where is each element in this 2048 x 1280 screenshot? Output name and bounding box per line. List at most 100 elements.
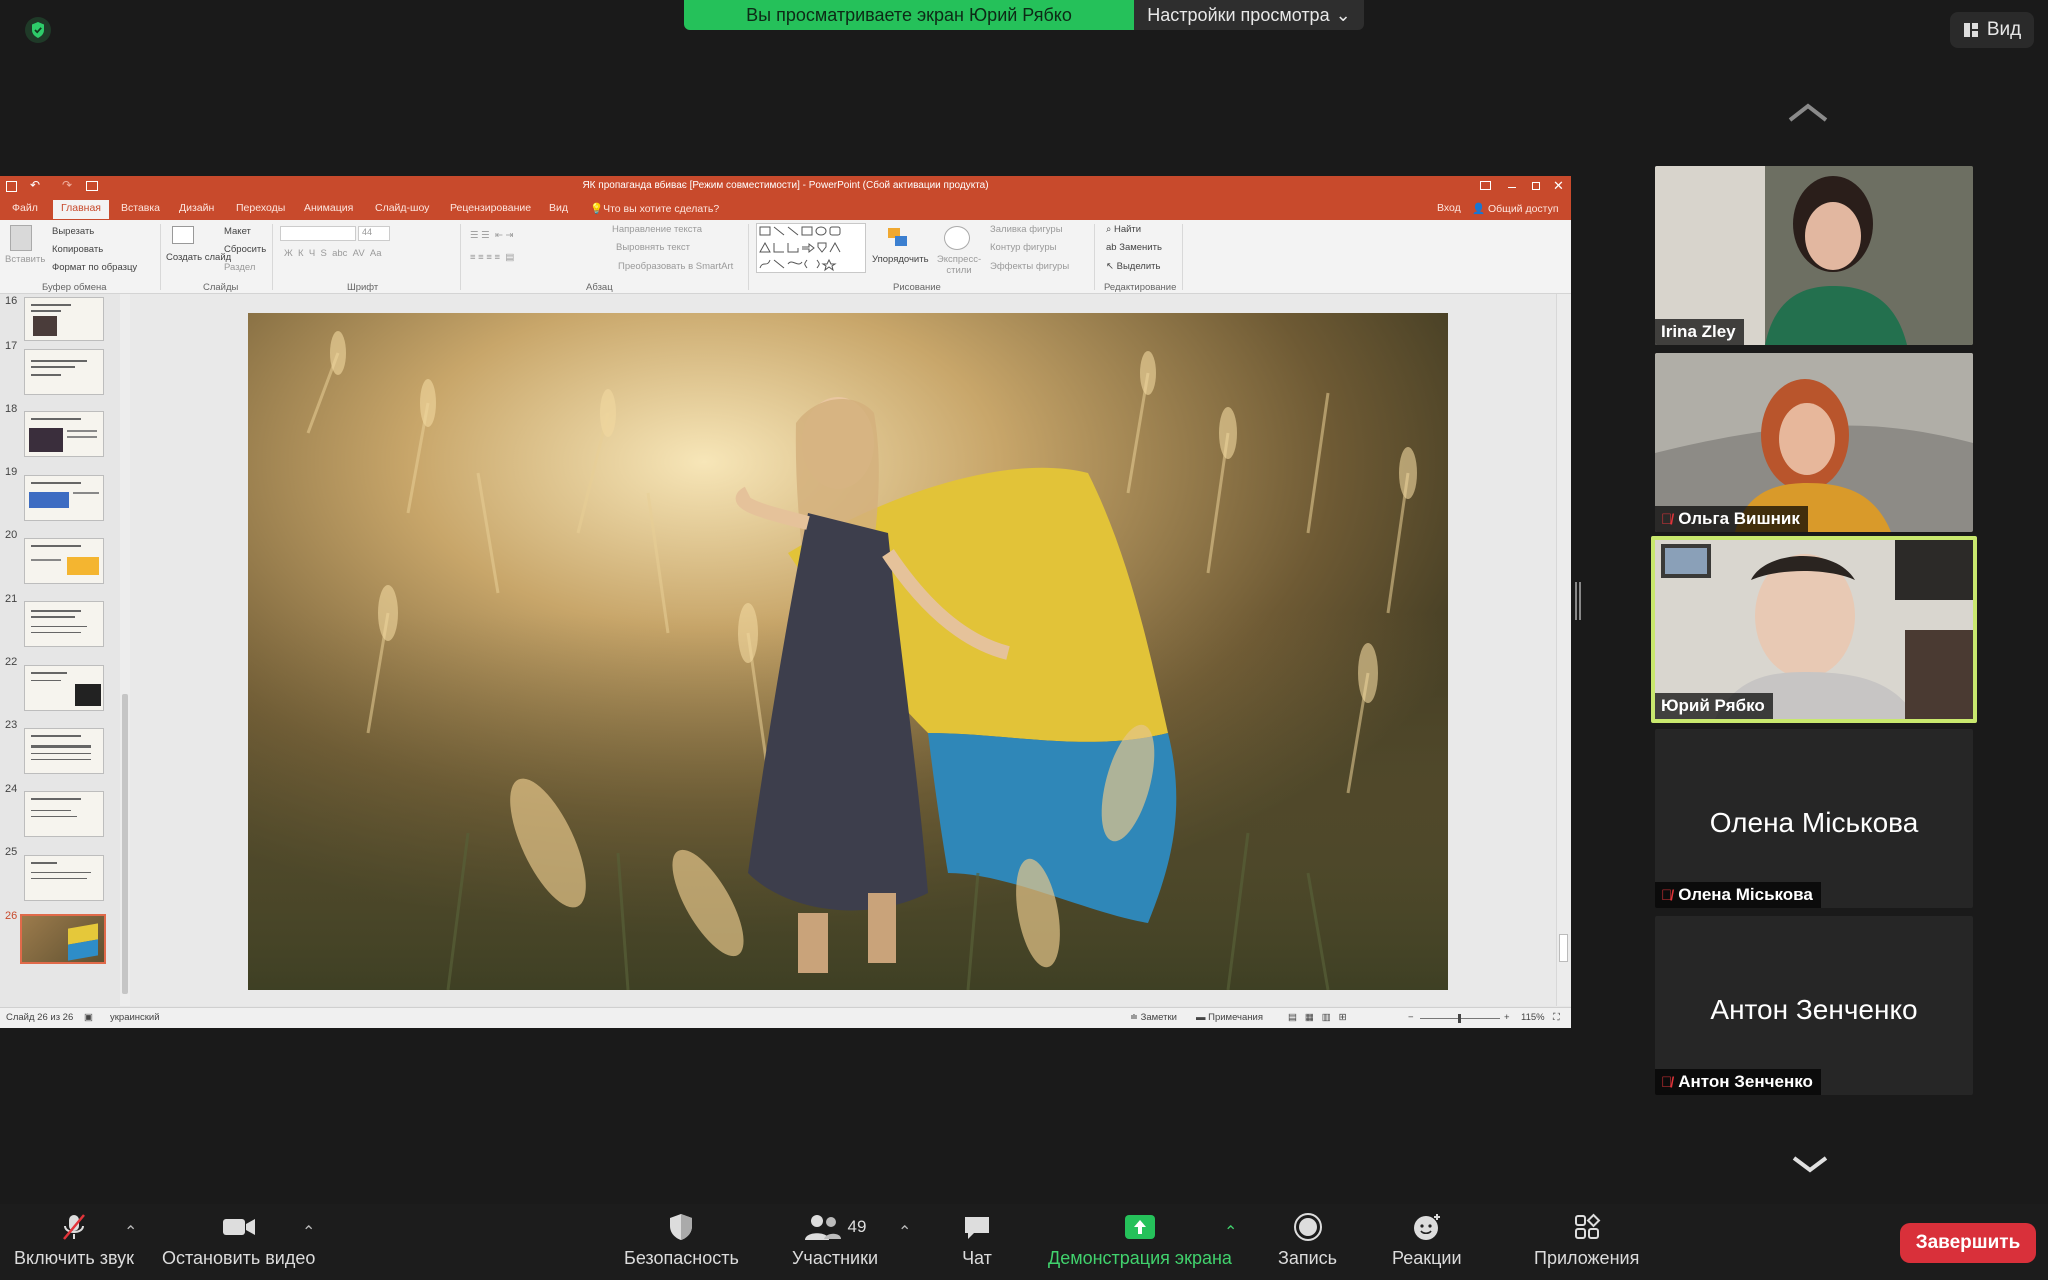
tab-transitions[interactable]: Переходы — [236, 202, 285, 214]
tab-animations[interactable]: Анимация — [304, 202, 353, 214]
slide-thumbnail-current[interactable] — [20, 914, 106, 964]
ribbon-options-icon[interactable] — [1480, 181, 1491, 190]
zoom-level[interactable]: 115% — [1521, 1012, 1545, 1023]
text-direction-button[interactable]: Направление текста — [612, 224, 702, 235]
apps-button[interactable]: Приложения — [1534, 1212, 1639, 1269]
notes-button[interactable]: ≐ Заметки — [1130, 1012, 1177, 1023]
font-format-buttons[interactable]: Ж К Ч S abc AV Aa — [284, 248, 382, 259]
chat-button[interactable]: Чат — [962, 1212, 992, 1269]
layout-button[interactable]: Макет — [224, 226, 251, 237]
encryption-shield-icon[interactable] — [24, 16, 52, 44]
tell-me-box[interactable]: 💡Что вы хотите сделать? — [590, 202, 719, 215]
comments-button[interactable]: ▬ Примечания — [1196, 1012, 1263, 1023]
align-buttons[interactable]: ≡ ≡ ≡ ≡ ▤ — [470, 252, 514, 263]
close-icon[interactable]: ✕ — [1553, 178, 1564, 194]
end-meeting-button[interactable]: Завершить — [1900, 1223, 2036, 1263]
section-button[interactable]: Раздел — [224, 262, 255, 273]
find-button[interactable]: ⌕ Найти — [1106, 224, 1141, 235]
slide-thumbnail[interactable] — [24, 791, 104, 837]
paste-icon[interactable] — [10, 225, 32, 251]
shape-fill-button[interactable]: Заливка фигуры — [990, 224, 1063, 235]
tab-slideshow[interactable]: Слайд-шоу — [375, 202, 429, 214]
security-label: Безопасность — [624, 1248, 739, 1268]
convert-smartart-button[interactable]: Преобразовать в SmartArt — [618, 261, 733, 272]
new-slide-button[interactable]: Создать слайд — [166, 252, 231, 263]
shape-outline-button[interactable]: Контур фигуры — [990, 242, 1056, 253]
quick-styles-icon[interactable] — [944, 226, 970, 250]
audio-options-chevron-icon[interactable]: ⌃ — [124, 1222, 137, 1242]
participants-chevron-icon[interactable]: ⌃ — [898, 1222, 911, 1242]
select-button[interactable]: ↖ Выделить — [1106, 261, 1160, 272]
panel-resize-handle[interactable] — [1575, 582, 1581, 620]
slide-thumbnail[interactable] — [24, 349, 104, 395]
tab-review[interactable]: Рецензирование — [450, 202, 531, 214]
reset-button[interactable]: Сбросить — [224, 244, 266, 255]
slide-scrollbar[interactable] — [1556, 294, 1571, 1006]
arrange-button[interactable]: Упорядочить — [872, 254, 929, 265]
tab-insert[interactable]: Вставка — [121, 202, 160, 214]
start-slideshow-icon[interactable] — [86, 181, 98, 191]
zoom-slider[interactable] — [1420, 1014, 1500, 1023]
participant-tile[interactable]: Irina Zley — [1655, 166, 1973, 345]
stop-video-button[interactable]: Остановить видео — [162, 1212, 315, 1269]
zoom-out-icon[interactable]: − — [1408, 1012, 1414, 1023]
share-screen-button[interactable]: Демонстрация экрана — [1048, 1212, 1232, 1269]
save-icon[interactable] — [6, 181, 17, 192]
slide-photo-girl-with-flag[interactable] — [248, 313, 1448, 990]
tab-home[interactable]: Главная — [53, 200, 109, 219]
list-buttons[interactable]: ☰ ☰ ⇤ ⇥ — [470, 230, 514, 241]
slide-thumbnail[interactable] — [24, 538, 104, 584]
slide-number: 21 — [5, 593, 18, 605]
view-button[interactable]: Вид — [1950, 12, 2034, 48]
zoom-in-icon[interactable]: + — [1504, 1012, 1510, 1023]
record-button[interactable]: Запись — [1278, 1212, 1337, 1269]
slide-thumbnail[interactable] — [24, 728, 104, 774]
video-options-chevron-icon[interactable]: ⌃ — [302, 1222, 315, 1242]
slide-thumbnail[interactable] — [24, 411, 104, 457]
undo-icon[interactable]: ↶ — [30, 178, 40, 192]
scroll-up-arrow-icon[interactable] — [1786, 100, 1830, 124]
participant-tile[interactable]: Антон Зенченко 🎙̸ Антон Зенченко — [1655, 916, 1973, 1095]
format-painter-button[interactable]: Формат по образцу — [52, 262, 137, 273]
slide-thumbnail[interactable] — [24, 297, 104, 341]
participant-tile[interactable]: Олена Міськова 🎙̸ Олена Міськова — [1655, 729, 1973, 908]
slide-thumbnail[interactable] — [24, 855, 104, 901]
minimize-icon[interactable] — [1508, 187, 1516, 188]
quick-styles-button[interactable]: Экспресс-стили — [934, 254, 984, 276]
security-button[interactable]: Безопасность — [624, 1212, 739, 1269]
replace-button[interactable]: ab Заменить — [1106, 242, 1162, 253]
new-slide-icon[interactable] — [172, 226, 194, 244]
view-options-button[interactable]: Настройки просмотра ⌄ — [1134, 0, 1364, 30]
share-options-chevron-icon[interactable]: ⌃ — [1224, 1222, 1237, 1242]
restore-icon[interactable] — [1532, 182, 1540, 190]
scroll-down-arrow-icon[interactable] — [1790, 1152, 1830, 1176]
font-name-field[interactable] — [280, 226, 356, 241]
slide-thumbnail[interactable] — [24, 475, 104, 521]
participants-button[interactable]: 49 Участники — [792, 1212, 878, 1269]
copy-button[interactable]: Копировать — [52, 244, 103, 255]
slide-thumbnail[interactable] — [24, 601, 104, 647]
shapes-gallery[interactable] — [756, 223, 866, 273]
tab-view[interactable]: Вид — [549, 202, 568, 214]
unmute-button[interactable]: Включить звук — [14, 1212, 134, 1269]
arrange-icon[interactable] — [886, 226, 910, 250]
align-text-button[interactable]: Выровнять текст — [616, 242, 690, 253]
spellcheck-icon[interactable]: ▣ — [84, 1012, 93, 1023]
slide-thumbnail[interactable] — [24, 665, 104, 711]
language[interactable]: украинский — [110, 1012, 160, 1023]
share-button[interactable]: 👤 Общий доступ — [1472, 202, 1559, 215]
redo-icon[interactable]: ↷ — [62, 178, 72, 192]
font-size-field[interactable]: 44 — [358, 226, 390, 241]
tab-design[interactable]: Дизайн — [179, 202, 214, 214]
view-mode-buttons[interactable]: ▤ ▦ ▥ ⊞ — [1288, 1012, 1347, 1023]
participant-tile[interactable]: 🎙̸ Ольга Вишник — [1655, 353, 1973, 532]
participant-tile-active-speaker[interactable]: Юрий Рябко — [1651, 536, 1977, 723]
reactions-button[interactable]: Реакции — [1392, 1212, 1462, 1269]
cut-button[interactable]: Вырезать — [52, 226, 94, 237]
sign-in-link[interactable]: Вход — [1437, 202, 1461, 214]
fit-to-window-icon[interactable]: ⛶ — [1553, 1012, 1560, 1023]
tab-file[interactable]: Файл — [12, 202, 38, 214]
shape-effects-button[interactable]: Эффекты фигуры — [990, 261, 1069, 272]
thumbnail-scrollbar[interactable] — [120, 294, 130, 1006]
paste-button[interactable]: Вставить — [5, 254, 45, 265]
